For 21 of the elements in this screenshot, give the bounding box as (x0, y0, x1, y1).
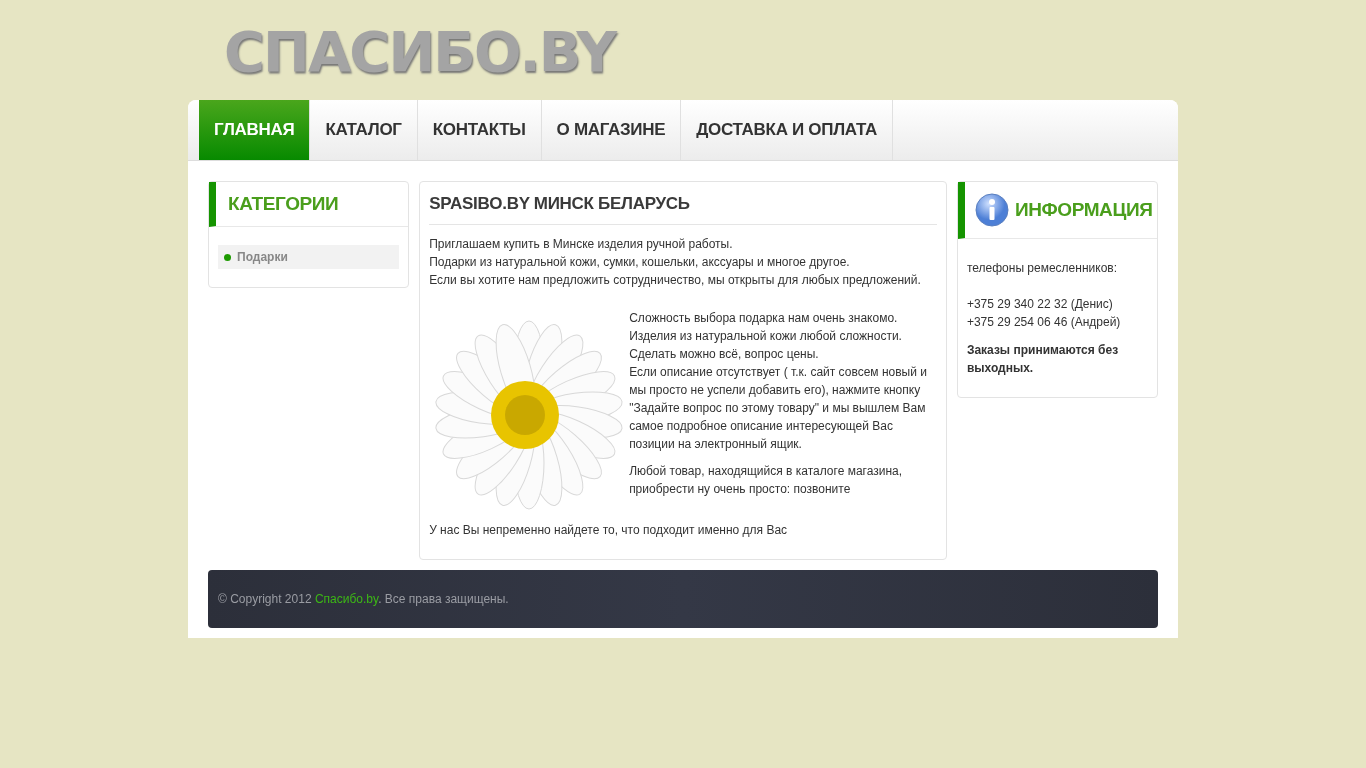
nav-tab[interactable]: О МАГАЗИНЕ (541, 100, 682, 160)
closing-text: У нас Вы непременно найдете то, что подходит именно для Вас (429, 522, 789, 539)
nav-tab[interactable]: КАТАЛОГ (310, 100, 418, 160)
info-icon (974, 193, 1009, 227)
phone-number: +375 29 340 22 32 (Денис) (966, 296, 1114, 313)
nav-tab[interactable]: ДОСТАВКА И ОПЛАТА (681, 100, 893, 160)
orders-note: Заказы принимаются без выходных. (966, 342, 1120, 377)
copyright-text: © Copyright 2012 Спасибо.by. Все права защищены. (218, 592, 509, 606)
intro-text: Приглашаем купить в Минске изделия ручной работы. (429, 236, 734, 253)
phone-number: +375 29 254 06 46 (Андрей) (966, 314, 1122, 331)
intro-text: Подарки из натуральной кожи, сумки, кошельки, акссуары и многое другое. (429, 254, 851, 271)
paragraph: Сложность выбора подарка нам очень знакомо. Изделия из натуральной кожи любой сложности. Сделать можно всё, вопрос цены. Если описание отсутствует ( т.к. сайт совсем новый и мы просто не успели добавить его), нажмите кнопку "Задайте вопрос по этому товару" и мы вышлем Вам самое подробное описание интересующей Вас позиции на электронный ящик. (629, 310, 928, 453)
section-title: ИНФОРМАЦИЯ (1014, 199, 1153, 221)
article-title: SPASIBO.BY МИНСК БЕЛАРУСЬ (429, 182, 937, 225)
section-title: КАТЕГОРИИ (228, 193, 339, 215)
nav-tab[interactable]: ГЛАВНАЯ (199, 100, 311, 160)
nav-tab[interactable]: КОНТАКТЫ (417, 100, 542, 160)
paragraph: Любой товар, находящийся в каталоге магазина, приобрести ну очень просто: позвоните (629, 463, 904, 498)
intro-text: Если вы хотите нам предложить сотрудничество, мы открыты для любых предложений. (429, 272, 922, 289)
phones-label: телефоны ремесленников: (966, 260, 1118, 277)
bullet-icon (224, 253, 231, 261)
